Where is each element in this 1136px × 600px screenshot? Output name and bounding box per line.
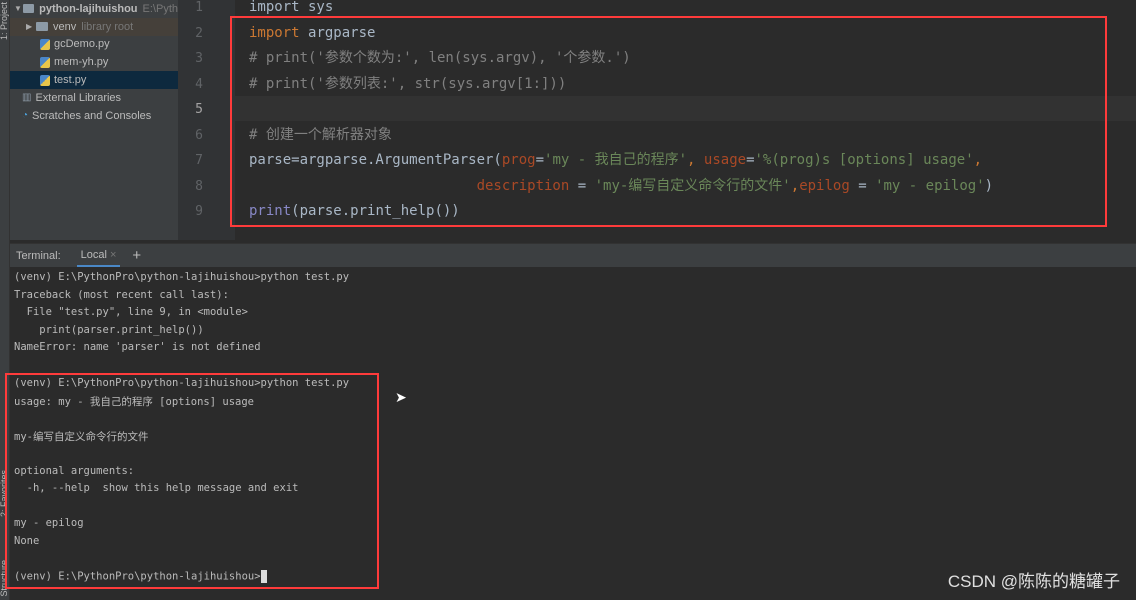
tree-item-external-libraries[interactable]: ▥ External Libraries	[10, 89, 178, 107]
line-number: 2	[195, 25, 203, 41]
line-number: 1	[195, 0, 203, 15]
project-root[interactable]: ▼ python-lajihuishou E:\Pyth	[10, 0, 178, 18]
tree-item-label: venv	[53, 20, 77, 33]
terminal-line: File "test.py", line 9, in <module>	[14, 306, 248, 319]
line-number: 9	[195, 204, 203, 219]
code-token: import sys	[249, 0, 334, 15]
tree-item-label: test.py	[54, 74, 87, 87]
new-terminal-button[interactable]: +	[132, 247, 141, 264]
terminal-header: Terminal: Local × +	[10, 243, 1136, 267]
python-file-icon	[40, 74, 50, 86]
line-number: 3	[195, 51, 203, 66]
line-number: 7	[195, 153, 203, 168]
watermark: CSDN @陈陈的糖罐子	[947, 572, 1120, 591]
tree-item-scratches[interactable]: ◔ Scratches and Consoles	[10, 107, 178, 125]
project-tool-tab[interactable]: 1: Project	[0, 2, 9, 40]
terminal-label: Terminal:	[16, 249, 61, 262]
terminal-line: (venv) E:\PythonPro\python-lajihuishou>p…	[14, 271, 350, 283]
line-number: 4	[195, 76, 203, 92]
tree-item-venv[interactable]: ▶ venv library root	[10, 17, 178, 36]
line-number: 5	[195, 102, 203, 117]
line-number: 6	[195, 127, 203, 143]
project-root-path: E:\Pyth	[142, 2, 178, 15]
highlight-box-code	[230, 16, 1107, 227]
tree-item-label: gcDemo.py	[54, 38, 110, 51]
tab-local[interactable]: Local ×	[76, 245, 121, 267]
python-file-icon	[40, 38, 50, 50]
terminal-line: Traceback (most recent call last):	[14, 288, 229, 301]
tab-label: Local	[80, 248, 107, 261]
project-panel: ▼ python-lajihuishou E:\Pyth ▶ venv librar…	[10, 0, 178, 240]
tree-item-note: library root	[81, 20, 134, 33]
tree-item-gcdemo[interactable]: gcDemo.py	[10, 36, 178, 54]
mouse-cursor-icon: ➤	[395, 390, 407, 406]
chevron-down-icon[interactable]: ▼	[14, 4, 23, 13]
terminal-line: print(parser.print_help())	[14, 323, 204, 336]
close-icon[interactable]: ×	[110, 249, 116, 261]
scratches-icon: ◔	[22, 110, 29, 122]
tree-item-test[interactable]: test.py	[10, 71, 178, 89]
tree-item-label: External Libraries	[35, 91, 122, 104]
highlight-box-terminal	[5, 373, 379, 589]
tree-item-mem-yh[interactable]: mem-yh.py	[10, 53, 178, 71]
tree-item-label: Scratches and Consoles	[32, 109, 152, 122]
folder-icon	[23, 4, 35, 14]
library-icon: ▥	[22, 92, 32, 104]
chevron-right-icon[interactable]: ▶	[26, 22, 36, 31]
python-file-icon	[40, 56, 50, 68]
line-number-gutter: 1 2 3 4 5 6 7 8 9	[178, 0, 235, 240]
folder-icon	[36, 22, 48, 32]
terminal-line: NameError: name 'parser' is not defined	[14, 341, 261, 354]
project-root-name: python-lajihuishou	[39, 2, 138, 15]
line-number: 8	[195, 178, 203, 194]
tree-item-label: mem-yh.py	[54, 56, 109, 69]
